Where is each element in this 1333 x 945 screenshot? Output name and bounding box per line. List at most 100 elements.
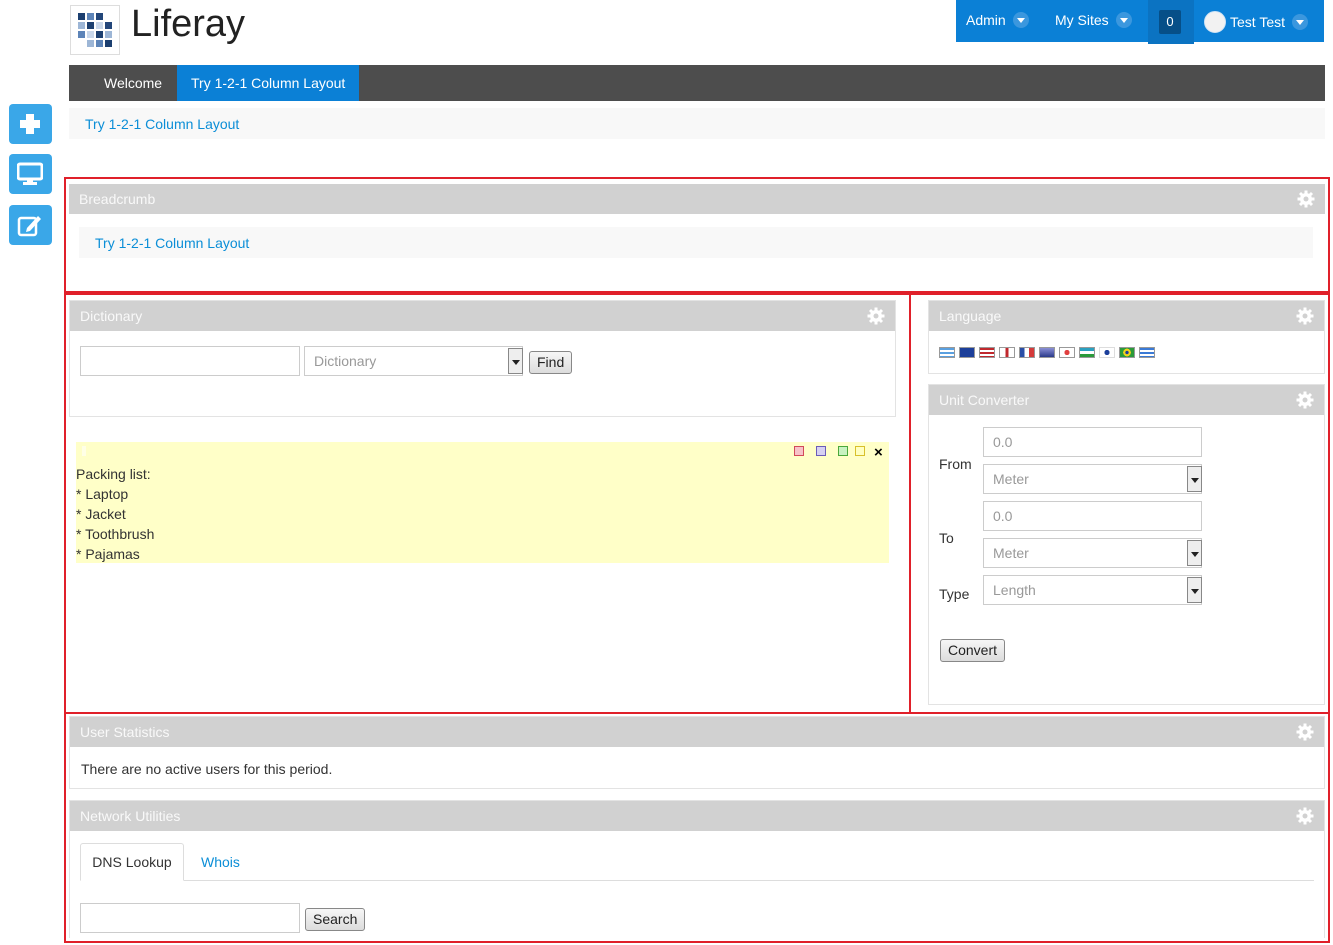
notifications-button[interactable]: 0	[1148, 0, 1194, 44]
color-swatch-red[interactable]	[794, 446, 804, 456]
nav-tab-welcome[interactable]: Welcome	[90, 65, 176, 101]
flag-icon[interactable]	[1079, 347, 1095, 358]
gear-icon[interactable]	[867, 307, 885, 325]
user-statistics-message: There are no active users for this perio…	[81, 761, 333, 777]
chevron-down-icon	[1115, 12, 1132, 28]
dictionary-portlet: Dictionary Dictionary Find	[69, 300, 896, 417]
site-logo[interactable]	[70, 5, 120, 55]
desktop-icon	[17, 162, 43, 185]
close-icon[interactable]: ×	[874, 444, 883, 461]
unit-converter-portlet: Unit Converter From 0.0 Meter To 0.0 Met…	[928, 384, 1325, 705]
chevron-down-icon	[1187, 466, 1202, 492]
sticky-note[interactable]: × Packing list: * Laptop * Jacket * Toot…	[76, 442, 889, 563]
user-name: Test Test	[1230, 14, 1285, 30]
liferay-logo-icon	[78, 13, 112, 47]
from-label: From	[939, 456, 972, 472]
network-utilities-portlet: Network Utilities DNS Lookup Whois Searc…	[69, 800, 1325, 938]
avatar	[1204, 11, 1226, 33]
chevron-down-icon	[1187, 577, 1202, 603]
flag-icon[interactable]	[1039, 347, 1055, 358]
portlet-title-bar: Language	[929, 301, 1324, 331]
portlet-title: Dictionary	[80, 308, 143, 324]
to-value-input[interactable]: 0.0	[983, 501, 1202, 531]
add-button[interactable]	[9, 104, 52, 144]
gear-icon[interactable]	[1296, 391, 1314, 409]
find-button[interactable]: Find	[529, 351, 573, 374]
flag-icon[interactable]	[1059, 347, 1075, 358]
select-value: Dictionary	[314, 353, 377, 369]
my-sites-label: My Sites	[1055, 12, 1109, 28]
language-portlet: Language	[928, 300, 1325, 374]
breadcrumb: Try 1-2-1 Column Layout	[69, 108, 1325, 139]
convert-button[interactable]: Convert	[940, 639, 1006, 662]
flag-icon[interactable]	[939, 347, 955, 358]
portlet-title-bar: Dictionary	[70, 301, 895, 331]
portlet-title-bar: Network Utilities	[70, 801, 1324, 831]
select-value: Meter	[993, 471, 1029, 487]
resize-handle-icon[interactable]	[82, 446, 86, 456]
gear-icon[interactable]	[1296, 723, 1314, 741]
type-select[interactable]: Length	[983, 575, 1202, 605]
breadcrumb-content: Try 1-2-1 Column Layout	[79, 227, 1313, 258]
note-line: * Jacket	[76, 506, 126, 522]
flag-icon[interactable]	[1099, 347, 1115, 358]
site-name: Liferay	[131, 3, 246, 45]
main-navigation: Welcome Try 1-2-1 Column Layout	[69, 65, 1325, 101]
gear-icon[interactable]	[1296, 807, 1314, 825]
select-value: Length	[993, 582, 1036, 598]
plus-icon	[20, 114, 40, 134]
preview-button[interactable]	[9, 154, 52, 194]
color-swatch-yellow[interactable]	[855, 446, 865, 456]
color-swatch-purple[interactable]	[816, 446, 826, 456]
color-swatch-green[interactable]	[838, 446, 848, 456]
notification-count: 0	[1159, 10, 1181, 34]
breadcrumb-link[interactable]: Try 1-2-1 Column Layout	[95, 235, 249, 251]
breadcrumb-portlet: Breadcrumb Try 1-2-1 Column Layout	[69, 184, 1325, 272]
from-unit-select[interactable]: Meter	[983, 464, 1202, 494]
portlet-title-bar: Unit Converter	[929, 385, 1324, 415]
flag-icon[interactable]	[1019, 347, 1035, 358]
to-unit-select[interactable]: Meter	[983, 538, 1202, 568]
note-line: * Laptop	[76, 486, 129, 502]
user-statistics-portlet: User Statistics There are no active user…	[69, 716, 1325, 789]
portlet-title: Breadcrumb	[79, 191, 156, 207]
breadcrumb-link[interactable]: Try 1-2-1 Column Layout	[85, 116, 239, 132]
nav-tab-try-layout[interactable]: Try 1-2-1 Column Layout	[177, 65, 360, 101]
flag-icon[interactable]	[959, 347, 975, 358]
flag-icon[interactable]	[1139, 347, 1155, 358]
dockbar: Admin My Sites 0 Test Test	[956, 0, 1324, 44]
admin-menu[interactable]: Admin	[966, 12, 1029, 28]
portlet-title: User Statistics	[80, 724, 170, 740]
network-search-input[interactable]	[80, 903, 300, 933]
my-sites-menu[interactable]: My Sites	[1055, 12, 1132, 28]
chevron-down-icon	[1187, 540, 1202, 566]
flag-icon[interactable]	[1119, 347, 1135, 358]
flag-icon[interactable]	[979, 347, 995, 358]
note-line: Packing list:	[76, 466, 151, 482]
portlet-title: Network Utilities	[80, 808, 181, 824]
dictionary-source-select[interactable]: Dictionary	[304, 346, 523, 376]
chevron-down-icon	[508, 348, 523, 374]
tab-divider	[80, 880, 1314, 881]
dictionary-search-input[interactable]	[80, 346, 300, 376]
edit-icon	[17, 216, 41, 237]
from-value-input[interactable]: 0.0	[983, 427, 1202, 457]
portlet-title: Unit Converter	[939, 392, 1030, 408]
flag-icon[interactable]	[999, 347, 1015, 358]
admin-menu-label: Admin	[966, 12, 1006, 28]
gear-icon[interactable]	[1296, 307, 1314, 325]
search-button[interactable]: Search	[305, 908, 366, 931]
portlet-title-bar: Breadcrumb	[69, 184, 1325, 214]
gear-icon[interactable]	[1297, 190, 1315, 208]
chevron-down-icon	[1292, 14, 1308, 30]
tab-whois[interactable]: Whois	[201, 854, 240, 870]
user-menu[interactable]: Test Test	[1204, 11, 1308, 33]
edit-controls-button[interactable]	[9, 205, 52, 245]
note-line: * Toothbrush	[76, 526, 155, 542]
tab-dns-lookup[interactable]: DNS Lookup	[80, 843, 184, 881]
chevron-down-icon	[1012, 12, 1029, 28]
to-label: To	[939, 530, 954, 546]
portlet-title-bar: User Statistics	[70, 717, 1324, 747]
portlet-title: Language	[939, 308, 1002, 324]
select-value: Meter	[993, 545, 1029, 561]
